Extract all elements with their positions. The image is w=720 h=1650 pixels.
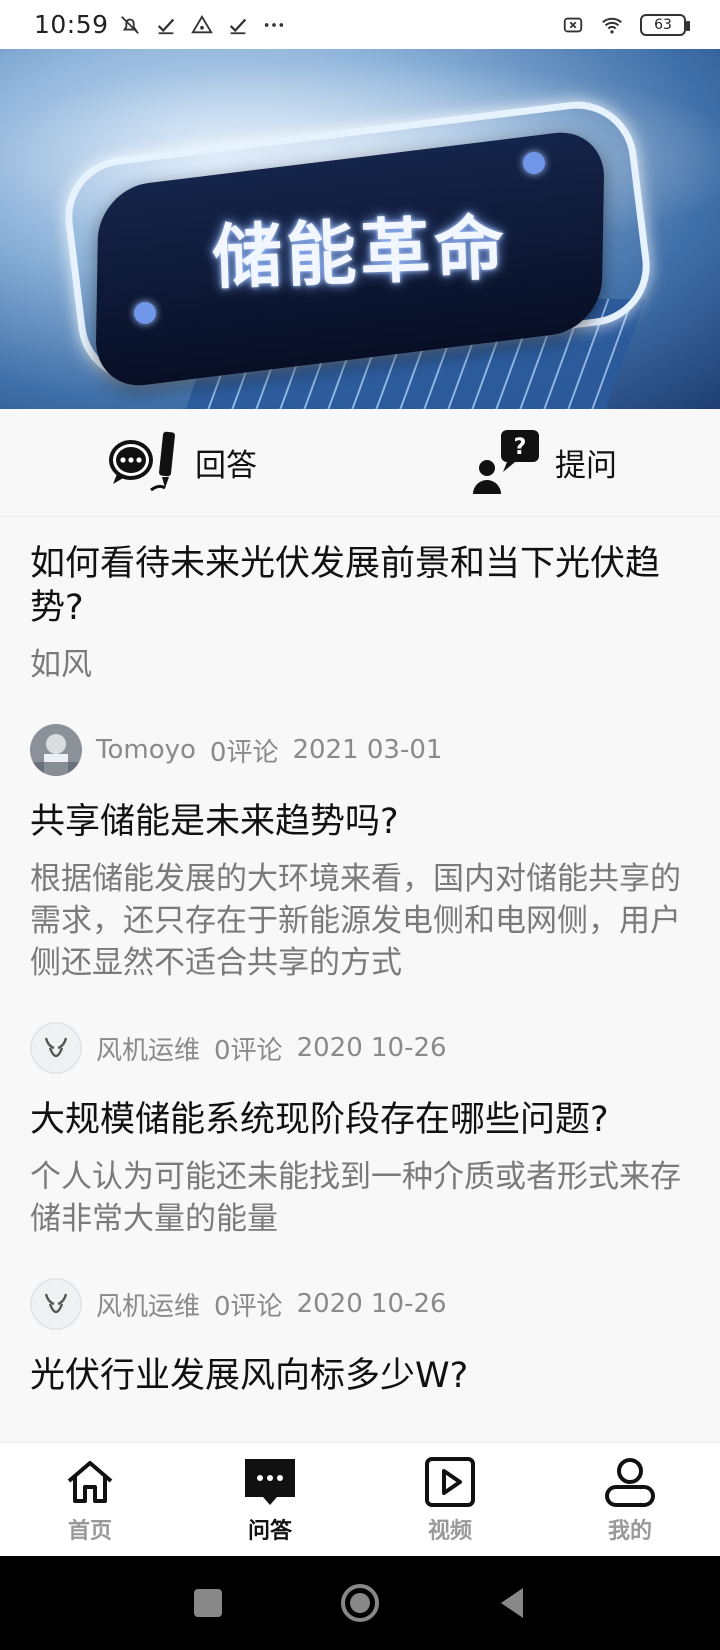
tab-label: 问答 xyxy=(247,1518,292,1544)
post-date: 2020 10-26 xyxy=(296,1033,447,1063)
wifi-icon xyxy=(602,17,622,34)
answer-icon xyxy=(109,431,175,491)
answer-excerpt: 根据储能发展的大环境来看，国内对储能共享的需求，还只存在于新能源发电侧和电网侧，… xyxy=(30,861,681,981)
list-item[interactable]: 共享储能是未来趋势吗? 根据储能发展的大环境来看，国内对储能共享的需求，还只存在… xyxy=(0,776,720,1074)
home-icon xyxy=(67,1460,113,1503)
check-icon xyxy=(157,18,174,34)
tab-video[interactable]: 视频 xyxy=(360,1443,540,1556)
warning-icon xyxy=(190,14,213,33)
home-button[interactable] xyxy=(339,1582,381,1624)
system-nav-bar xyxy=(0,1556,720,1650)
bottom-tab-bar: 首页 问答 视频 我的 xyxy=(0,1442,720,1556)
post-date: 2020 10-26 xyxy=(296,1289,447,1319)
answer-label: 回答 xyxy=(195,448,257,484)
question-title[interactable]: 光伏行业发展风向标多少W? xyxy=(30,1354,690,1398)
list-item[interactable]: 光伏行业发展风向标多少W? xyxy=(0,1330,720,1398)
profile-icon xyxy=(605,1457,655,1507)
ask-question-icon: ? xyxy=(473,429,539,494)
video-icon xyxy=(425,1456,475,1507)
question-title[interactable]: 大规模储能系统现阶段存在哪些问题? xyxy=(30,1098,690,1142)
status-time: 10:59 xyxy=(34,10,109,39)
avatar[interactable] xyxy=(30,724,82,776)
item-meta: 风机运维 0评论 2020 10-26 xyxy=(30,1022,690,1074)
banner-image[interactable]: 储能革命 xyxy=(0,49,720,409)
svg-text:?: ? xyxy=(514,435,527,460)
list-item[interactable]: 如何看待未来光伏发展前景和当下光伏趋势? 如风 Tomoyo 0评论 2021 … xyxy=(0,518,720,776)
check-icon xyxy=(229,18,246,34)
tab-qa[interactable]: 问答 xyxy=(180,1443,360,1556)
answer-excerpt: 个人认为可能还未能找到一种介质或者形式来存储非常大量的能量 xyxy=(30,1159,681,1237)
answer-excerpt: 如风 xyxy=(30,647,92,683)
comment-count: 0评论 xyxy=(214,1035,283,1066)
item-meta: 风机运维 0评论 2020 10-26 xyxy=(30,1278,690,1330)
chat-icon xyxy=(245,1458,295,1505)
avatar[interactable] xyxy=(30,1278,82,1330)
author-name[interactable]: Tomoyo xyxy=(96,735,196,765)
answer-button[interactable]: 回答 xyxy=(0,409,360,516)
tab-label: 首页 xyxy=(67,1518,112,1544)
action-row: 回答 ? 提问 xyxy=(0,409,720,517)
ask-button[interactable]: ? 提问 xyxy=(360,409,720,516)
recent-apps-button[interactable] xyxy=(187,1582,229,1624)
question-feed: 如何看待未来光伏发展前景和当下光伏趋势? 如风 Tomoyo 0评论 2021 … xyxy=(0,518,720,1442)
author-name[interactable]: 风机运维 xyxy=(96,1286,200,1323)
question-title[interactable]: 共享储能是未来趋势吗? xyxy=(30,800,690,844)
question-title[interactable]: 如何看待未来光伏发展前景和当下光伏趋势? xyxy=(30,542,690,630)
comment-count: 0评论 xyxy=(214,1291,283,1322)
ask-label: 提问 xyxy=(555,448,617,484)
battery-indicator: 63 xyxy=(640,13,690,36)
more-icon xyxy=(264,22,283,27)
tab-label: 视频 xyxy=(427,1518,472,1544)
back-button[interactable] xyxy=(491,1582,533,1624)
author-name[interactable]: 风机运维 xyxy=(96,1030,200,1067)
status-bar: 10:59 63 xyxy=(0,0,720,49)
tab-label: 我的 xyxy=(607,1518,652,1544)
post-date: 2021 03-01 xyxy=(292,735,443,765)
comment-count: 0评论 xyxy=(209,737,279,768)
avatar[interactable] xyxy=(30,1022,82,1074)
tab-profile[interactable]: 我的 xyxy=(540,1443,720,1556)
tab-home[interactable]: 首页 xyxy=(0,1443,180,1556)
item-meta: Tomoyo 0评论 2021 03-01 xyxy=(30,724,690,776)
list-item[interactable]: 大规模储能系统现阶段存在哪些问题? 个人认为可能还未能找到一种介质或者形式来存储… xyxy=(0,1074,720,1330)
mute-icon xyxy=(120,15,139,34)
no-sim-icon xyxy=(563,17,583,32)
